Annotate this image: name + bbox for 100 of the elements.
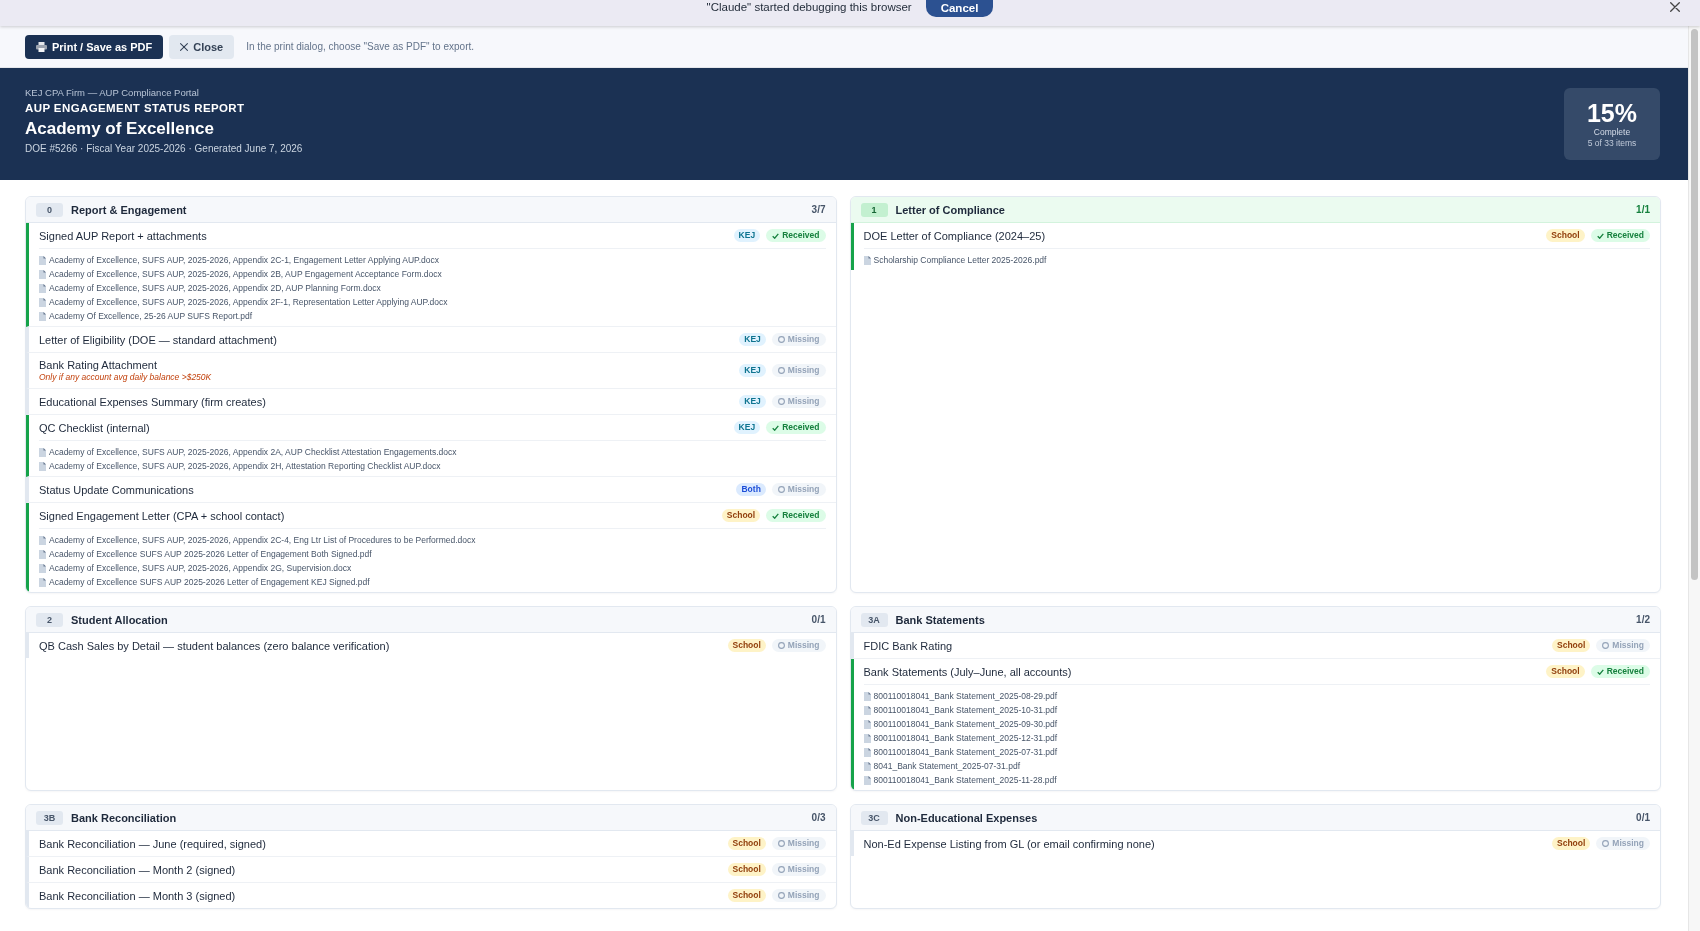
owner-tag: School: [727, 863, 766, 876]
owner-tag: Both: [736, 483, 766, 496]
section-code: 3A: [860, 612, 888, 627]
cancel-button[interactable]: Cancel: [925, 0, 994, 17]
item-title: Bank Reconciliation — June (required, signed): [39, 836, 266, 851]
status-text: Received: [1606, 665, 1644, 678]
file-name: Academy of Excellence, SUFS AUP, 2025-2026, Appendix 2A, AUP Checklist Attestation Engagements.docx: [49, 447, 457, 457]
owner-tag: School: [1552, 837, 1591, 850]
check-icon: [1596, 668, 1604, 675]
item-note: Only if any account avg daily balance >$250K: [39, 372, 212, 383]
item-title: Signed AUP Report + attachments: [39, 228, 207, 243]
item-title: Status Update Communications: [39, 482, 194, 497]
owner-tag: KEJ: [739, 364, 766, 377]
infobar-message: "Claude" started debugging this browser: [706, 0, 912, 14]
section-count: 0/1: [811, 614, 826, 625]
status-text: Missing: [787, 639, 820, 652]
section-count: 1/1: [1636, 204, 1650, 215]
document-icon: [39, 577, 46, 587]
section-code: 2: [36, 612, 63, 627]
toolbar-hint: In the print dialog, choose "Save as PDF" to export.: [246, 41, 474, 52]
item-title: Bank Reconciliation — Month 3 (signed): [39, 888, 236, 903]
status-text: Received: [782, 229, 820, 242]
file-name: Academy of Excellence, SUFS AUP, 2025-2026, Appendix 2C-1, Engagement Letter Applying AUP.docx: [49, 255, 439, 265]
circle-icon: [1602, 642, 1610, 649]
print-button[interactable]: Print / Save as PDF: [25, 34, 164, 59]
owner-tag: School: [727, 889, 766, 902]
section-title: Bank Reconciliation: [71, 811, 177, 824]
section-title: Letter of Compliance: [895, 203, 1005, 216]
section-title: Report & Engagement: [71, 203, 187, 216]
scrollbar-thumb[interactable]: [1691, 29, 1698, 580]
document-icon: [39, 311, 46, 321]
document-icon: [39, 297, 46, 307]
file-name: Academy of Excellence, SUFS AUP, 2025-2026, Appendix 2B, AUP Engagement Acceptance Form.docx: [49, 269, 442, 279]
circle-icon: [777, 486, 785, 493]
status-text: Missing: [787, 483, 820, 496]
owner-tag: KEJ: [733, 421, 761, 434]
close-button[interactable]: Close: [169, 34, 235, 59]
section-code: 1: [860, 202, 888, 217]
section-count: 3/7: [811, 204, 826, 215]
circle-icon: [1602, 840, 1610, 847]
owner-tag: School: [1546, 665, 1585, 678]
file-name: Academy of Excellence, SUFS AUP, 2025-2026, Appendix 2F-1, Representation Letter Applying AUP.docx: [49, 297, 448, 307]
status-text: Missing: [787, 395, 820, 408]
section-code: 3B: [36, 810, 63, 825]
document-icon: [863, 733, 871, 743]
status-text: Received: [782, 509, 820, 522]
circle-icon: [777, 840, 785, 847]
file-name: Academy of Excellence, SUFS AUP, 2025-2026, Appendix 2C-4, Eng Ltr List of Procedures to be Performed.docx: [49, 535, 476, 545]
status-text: Received: [782, 421, 820, 434]
owner-tag: KEJ: [739, 395, 766, 408]
owner-tag: School: [1546, 229, 1585, 242]
file-name: 800110018041_Bank Statement_2025-07-31.pdf: [873, 747, 1058, 757]
status-text: Missing: [787, 837, 820, 850]
report-meta: DOE #5266 · Fiscal Year 2025-2026 · Generated June 7, 2026: [25, 143, 303, 155]
item-title: FDIC Bank Rating: [863, 638, 953, 653]
status-text: Missing: [787, 364, 820, 377]
document-icon: [39, 269, 46, 279]
item-title: Letter of Eligibility (DOE — standard attachment): [39, 332, 277, 347]
file-name: 8041_Bank Statement_2025-07-31.pdf: [873, 761, 1020, 771]
item-title: Signed Engagement Letter (CPA + school contact): [39, 508, 285, 523]
section-count: 1/2: [1636, 614, 1650, 625]
section-count: 0/1: [1636, 812, 1650, 823]
document-icon: [39, 563, 46, 573]
section-count: 0/3: [811, 812, 826, 823]
document-icon: [39, 535, 46, 545]
circle-icon: [777, 398, 785, 405]
check-icon: [772, 512, 780, 519]
owner-tag: KEJ: [733, 229, 761, 242]
item-title: Educational Expenses Summary (firm creates): [39, 394, 266, 409]
section-title: Bank Statements: [895, 613, 985, 626]
item-title: Non-Ed Expense Listing from GL (or email confirming none): [863, 836, 1155, 851]
report-title: AUP ENGAGEMENT STATUS REPORT: [25, 101, 245, 115]
file-name: Academy of Excellence, SUFS AUP, 2025-2026, Appendix 2G, Supervision.docx: [49, 563, 352, 573]
document-icon: [39, 461, 46, 471]
circle-icon: [777, 866, 785, 873]
circle-icon: [777, 642, 785, 649]
file-name: Academy of Excellence SUFS AUP 2025-2026 Letter of Engagement Both Signed.pdf: [49, 549, 372, 559]
infobar-close-button[interactable]: [1670, 2, 1680, 12]
status-text: Missing: [787, 863, 820, 876]
close-icon: [1670, 2, 1680, 12]
document-icon: [39, 549, 46, 559]
owner-tag: School: [727, 837, 766, 850]
status-text: Missing: [1612, 837, 1644, 850]
status-text: Missing: [787, 889, 820, 902]
check-icon: [772, 424, 780, 431]
section-title: Student Allocation: [71, 613, 168, 626]
status-text: Received: [1606, 229, 1644, 242]
close-icon: [180, 42, 189, 51]
item-title: Bank Reconciliation — Month 2 (signed): [39, 862, 236, 877]
file-name: 800110018041_Bank Statement_2025-08-29.pdf: [873, 691, 1058, 701]
document-icon: [39, 255, 46, 265]
document-icon: [863, 705, 871, 715]
section-title: Non-Educational Expenses: [895, 811, 1038, 824]
progress-detail: 5 of 33 items: [1587, 138, 1637, 149]
file-name: 800110018041_Bank Statement_2025-12-31.pdf: [873, 733, 1058, 743]
circle-icon: [777, 336, 785, 343]
document-icon: [39, 283, 46, 293]
printer-icon: [36, 41, 47, 52]
owner-tag: School: [727, 639, 766, 652]
file-name: 800110018041_Bank Statement_2025-10-31.pdf: [873, 705, 1058, 715]
